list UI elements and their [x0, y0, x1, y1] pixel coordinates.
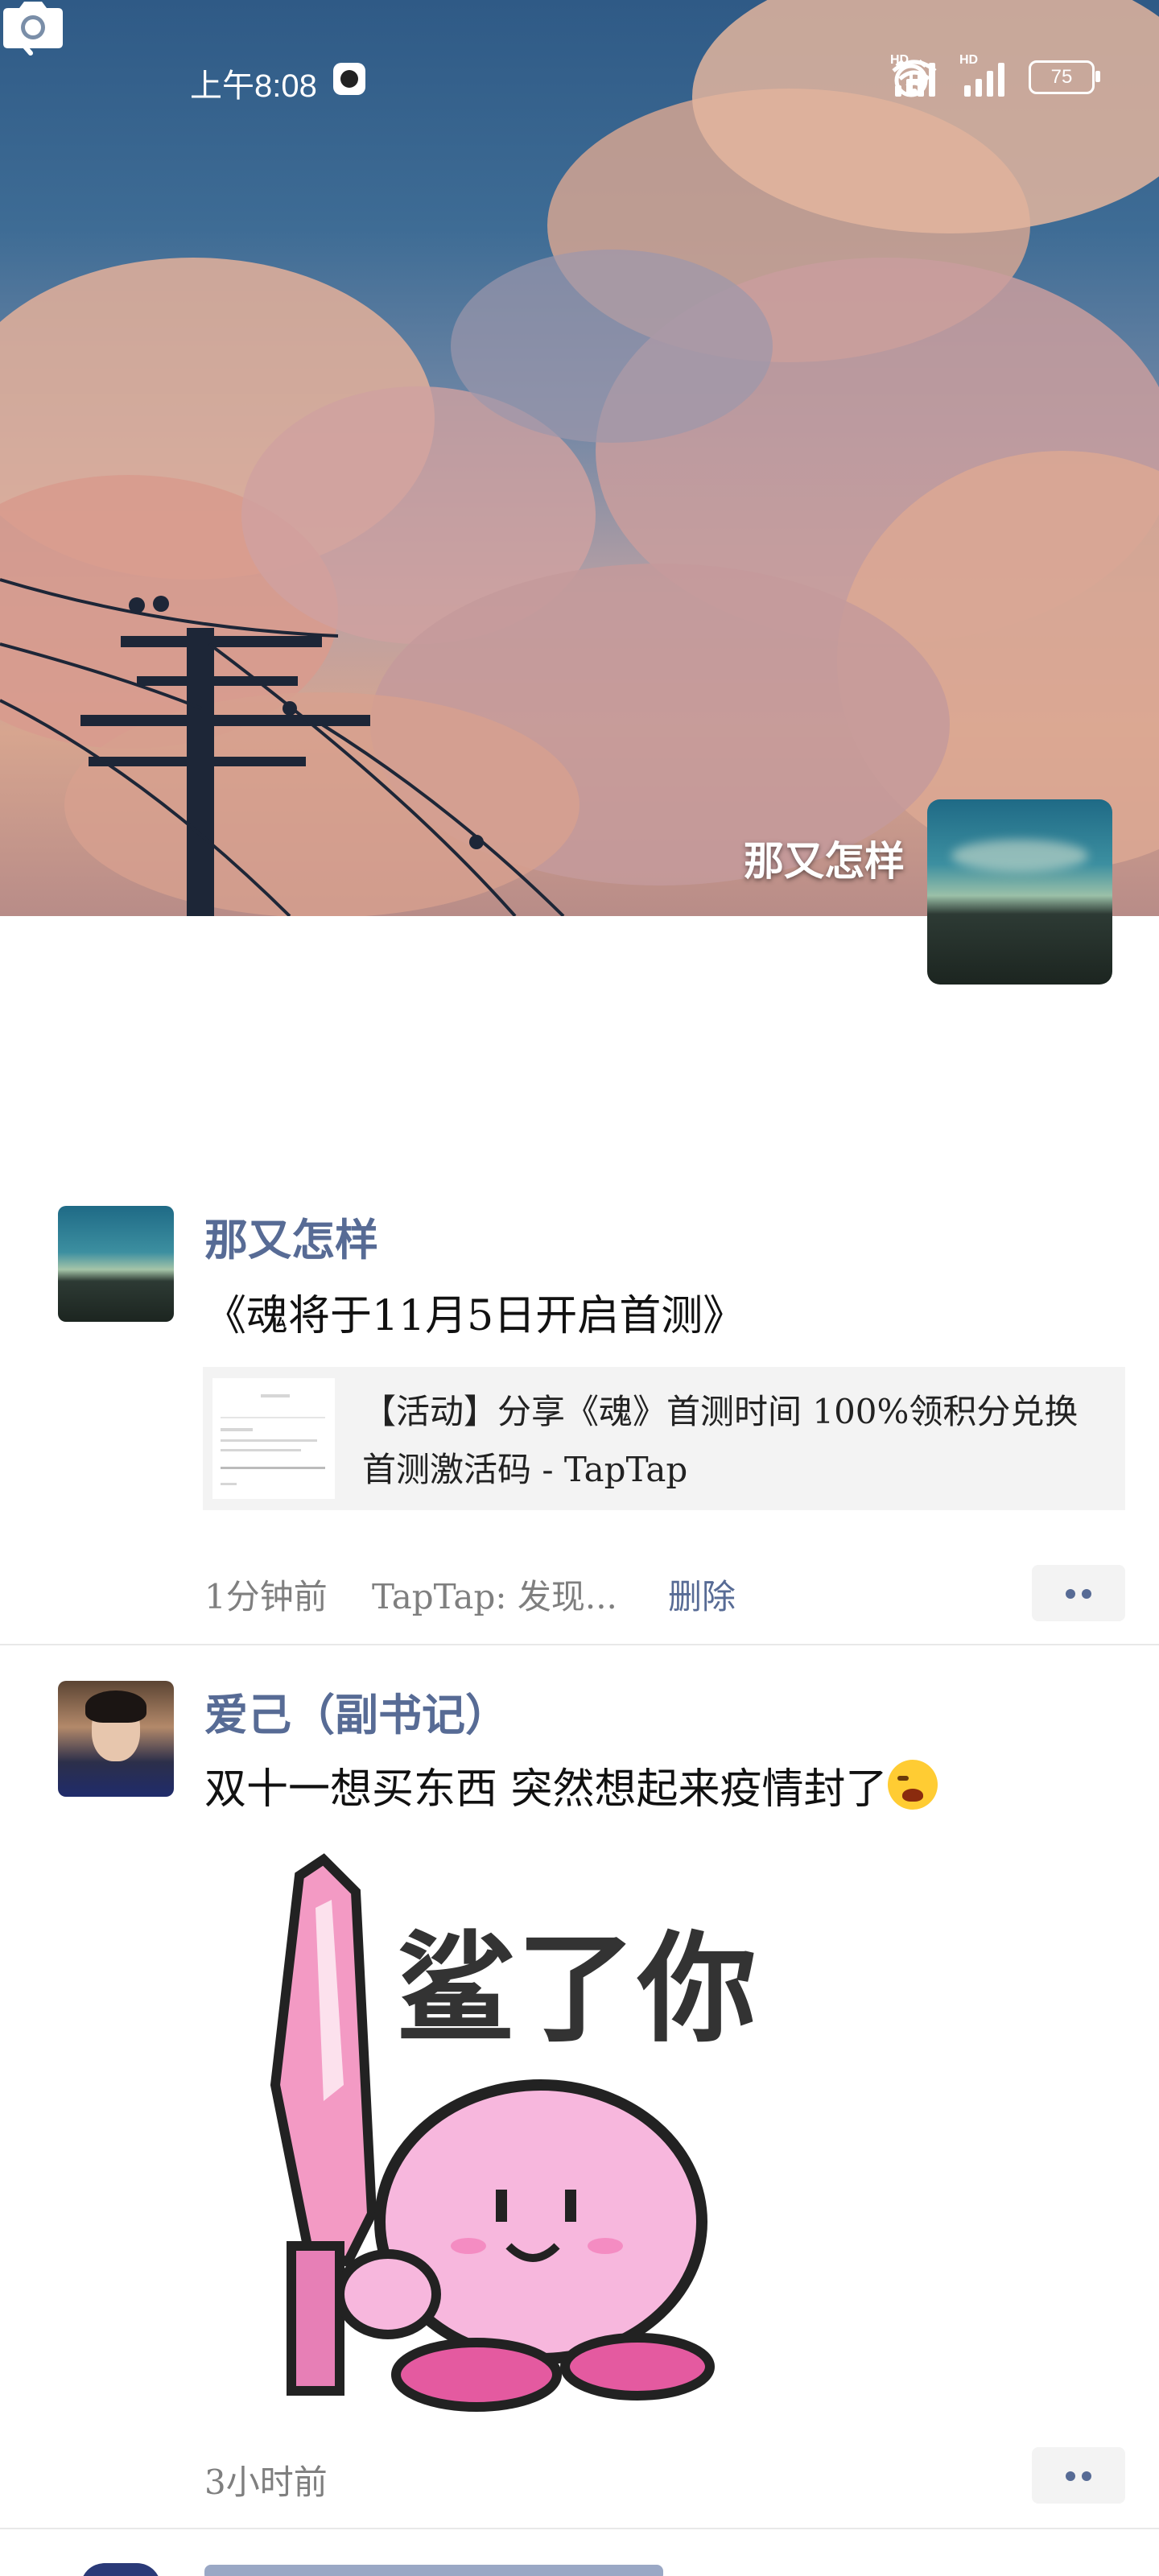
post-time: 3小时前	[204, 2462, 328, 2502]
cover-illustration	[0, 0, 1159, 916]
delete-button[interactable]: 删除	[668, 1570, 736, 1619]
post-nickname[interactable]: 爱己（副书记）	[204, 1679, 509, 1743]
post-nickname[interactable]: 那又怎样	[204, 1204, 378, 1268]
post-text: 双十一想买东西 突然想起来疫情封了	[204, 1765, 888, 1814]
post-text-line: 双十一想买东西 突然想起来疫情封了	[204, 1755, 938, 1815]
status-icons: HD HD 75	[890, 53, 1100, 97]
camera-icon[interactable]	[0, 0, 66, 50]
crying-emoji-icon	[887, 1760, 938, 1810]
divider	[0, 1644, 1159, 1645]
status-bar: 上午8:08 HD HD 75	[0, 48, 1159, 113]
battery-icon: 75	[1029, 60, 1100, 94]
link-thumbnail	[212, 1378, 335, 1499]
battery-level: 75	[1050, 66, 1073, 88]
link-card[interactable]: 【活动】分享《魂》首测时间 100%领积分兑换首测激活码 - TapTap	[203, 1367, 1125, 1510]
post-text: 《魂将于11月5日开启首测》	[204, 1292, 745, 1340]
cover-image[interactable]: 上午8:08 HD HD 75 那又怎样	[0, 0, 1159, 916]
more-actions-button[interactable]	[1032, 1565, 1125, 1621]
status-time: 上午8:08	[190, 68, 317, 104]
hd-badge-2: HD	[959, 53, 979, 67]
post-time: 1分钟前	[204, 1577, 328, 1616]
post-avatar[interactable]	[58, 1206, 174, 1322]
wifi-icon	[892, 60, 937, 95]
post-avatar[interactable]	[58, 1681, 174, 1797]
post-image[interactable]: 鲨了你	[203, 1843, 784, 2420]
sticker-caption: 鲨了你	[396, 1920, 758, 2058]
more-actions-button[interactable]	[1032, 2447, 1125, 2504]
cover-nickname: 那又怎样	[744, 837, 905, 885]
next-post-avatar[interactable]	[80, 2563, 161, 2576]
post-source[interactable]: TapTap: 发现...	[372, 1570, 617, 1619]
next-post-partial	[0, 2528, 1159, 2576]
signal-icon-2: HD	[959, 53, 1011, 97]
link-title: 【活动】分享《魂》首测时间 100%领积分兑换首测激活码 - TapTap	[362, 1392, 1079, 1489]
cover-avatar[interactable]	[927, 799, 1112, 985]
app-notification-icon	[333, 63, 365, 95]
next-post-nickname[interactable]	[204, 2565, 663, 2576]
